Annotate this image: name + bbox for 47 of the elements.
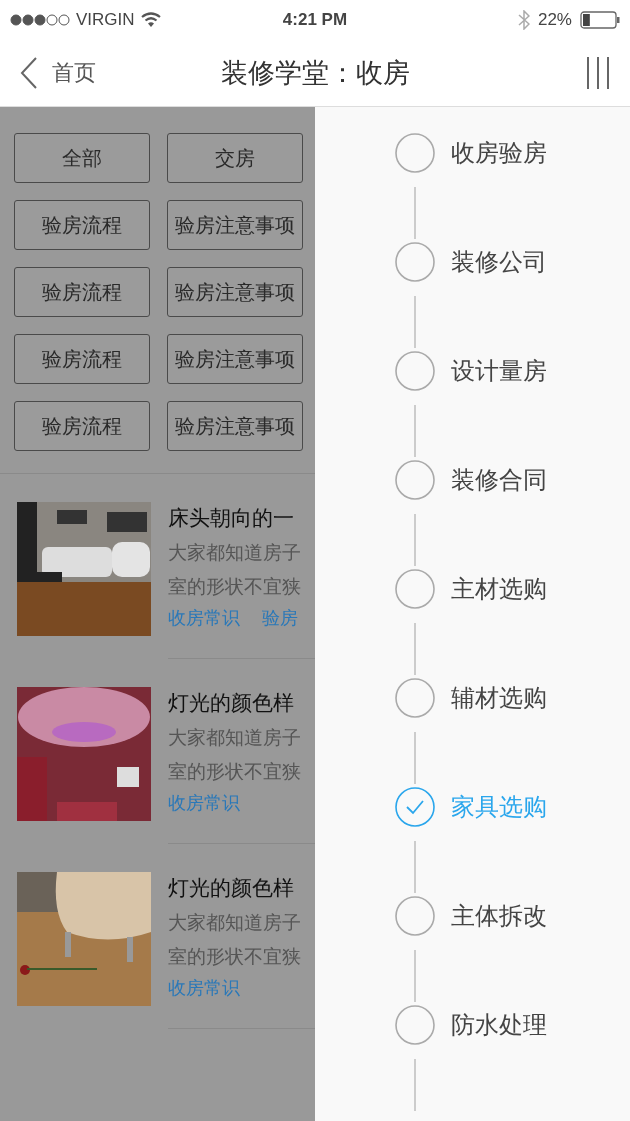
article-excerpt: 室的形状不宜狭: [168, 574, 302, 599]
filter-button[interactable]: 交房: [167, 133, 303, 183]
menu-icon[interactable]: [586, 57, 610, 89]
battery-percent: 22%: [537, 10, 572, 30]
circle-icon[interactable]: [395, 1005, 435, 1045]
filter-button[interactable]: 验房流程: [14, 267, 150, 317]
filter-button[interactable]: 验房注意事项: [167, 200, 303, 250]
step-label[interactable]: 主材选购: [451, 573, 547, 605]
back-button[interactable]: 首页: [20, 57, 96, 89]
filter-button[interactable]: 验房注意事项: [167, 401, 303, 451]
bluetooth-icon: [517, 10, 530, 30]
article-title: 灯光的颜色样: [168, 875, 295, 902]
circle-icon[interactable]: [395, 242, 435, 282]
filter-button[interactable]: 验房注意事项: [167, 334, 303, 384]
article-excerpt: 大家都知道房子: [168, 540, 302, 565]
circle-icon[interactable]: [395, 460, 435, 500]
step-label[interactable]: 防水处理: [451, 1009, 547, 1041]
article-excerpt: 室的形状不宜狭: [168, 944, 302, 969]
article-title: 灯光的颜色样: [168, 690, 295, 717]
step-label[interactable]: 主体拆改: [451, 900, 547, 932]
check-circle-icon[interactable]: [395, 787, 435, 827]
step-label[interactable]: 设计量房: [451, 355, 547, 387]
wifi-icon: [140, 12, 161, 28]
filter-button[interactable]: 验房流程: [14, 200, 150, 250]
back-chevron-icon: [20, 57, 38, 89]
status-time: 4:21 PM: [281, 10, 349, 30]
battery-icon: [580, 11, 620, 29]
article-excerpt: 大家都知道房子: [168, 725, 302, 750]
circle-icon[interactable]: [395, 896, 435, 936]
circle-icon[interactable]: [395, 569, 435, 609]
filter-button[interactable]: 全部: [14, 133, 150, 183]
article-title: 床头朝向的一: [168, 505, 295, 532]
page-title: 装修学堂：收房: [220, 56, 410, 90]
step-label[interactable]: 辅材选购: [451, 682, 547, 714]
circle-icon[interactable]: [395, 678, 435, 718]
signal-icon: [10, 14, 70, 26]
circle-icon[interactable]: [395, 351, 435, 391]
article-excerpt: 室的形状不宜狭: [168, 759, 302, 784]
step-label[interactable]: 装修公司: [451, 246, 547, 278]
filter-button[interactable]: 验房流程: [14, 401, 150, 451]
carrier-name: VIRGIN: [76, 10, 135, 30]
filter-button[interactable]: 验房流程: [14, 334, 150, 384]
article-excerpt: 大家都知道房子: [168, 910, 302, 935]
circle-icon[interactable]: [395, 133, 435, 173]
step-label[interactable]: 收房验房: [451, 137, 547, 169]
filter-button[interactable]: 验房注意事项: [167, 267, 303, 317]
step-label[interactable]: 装修合同: [451, 464, 547, 496]
